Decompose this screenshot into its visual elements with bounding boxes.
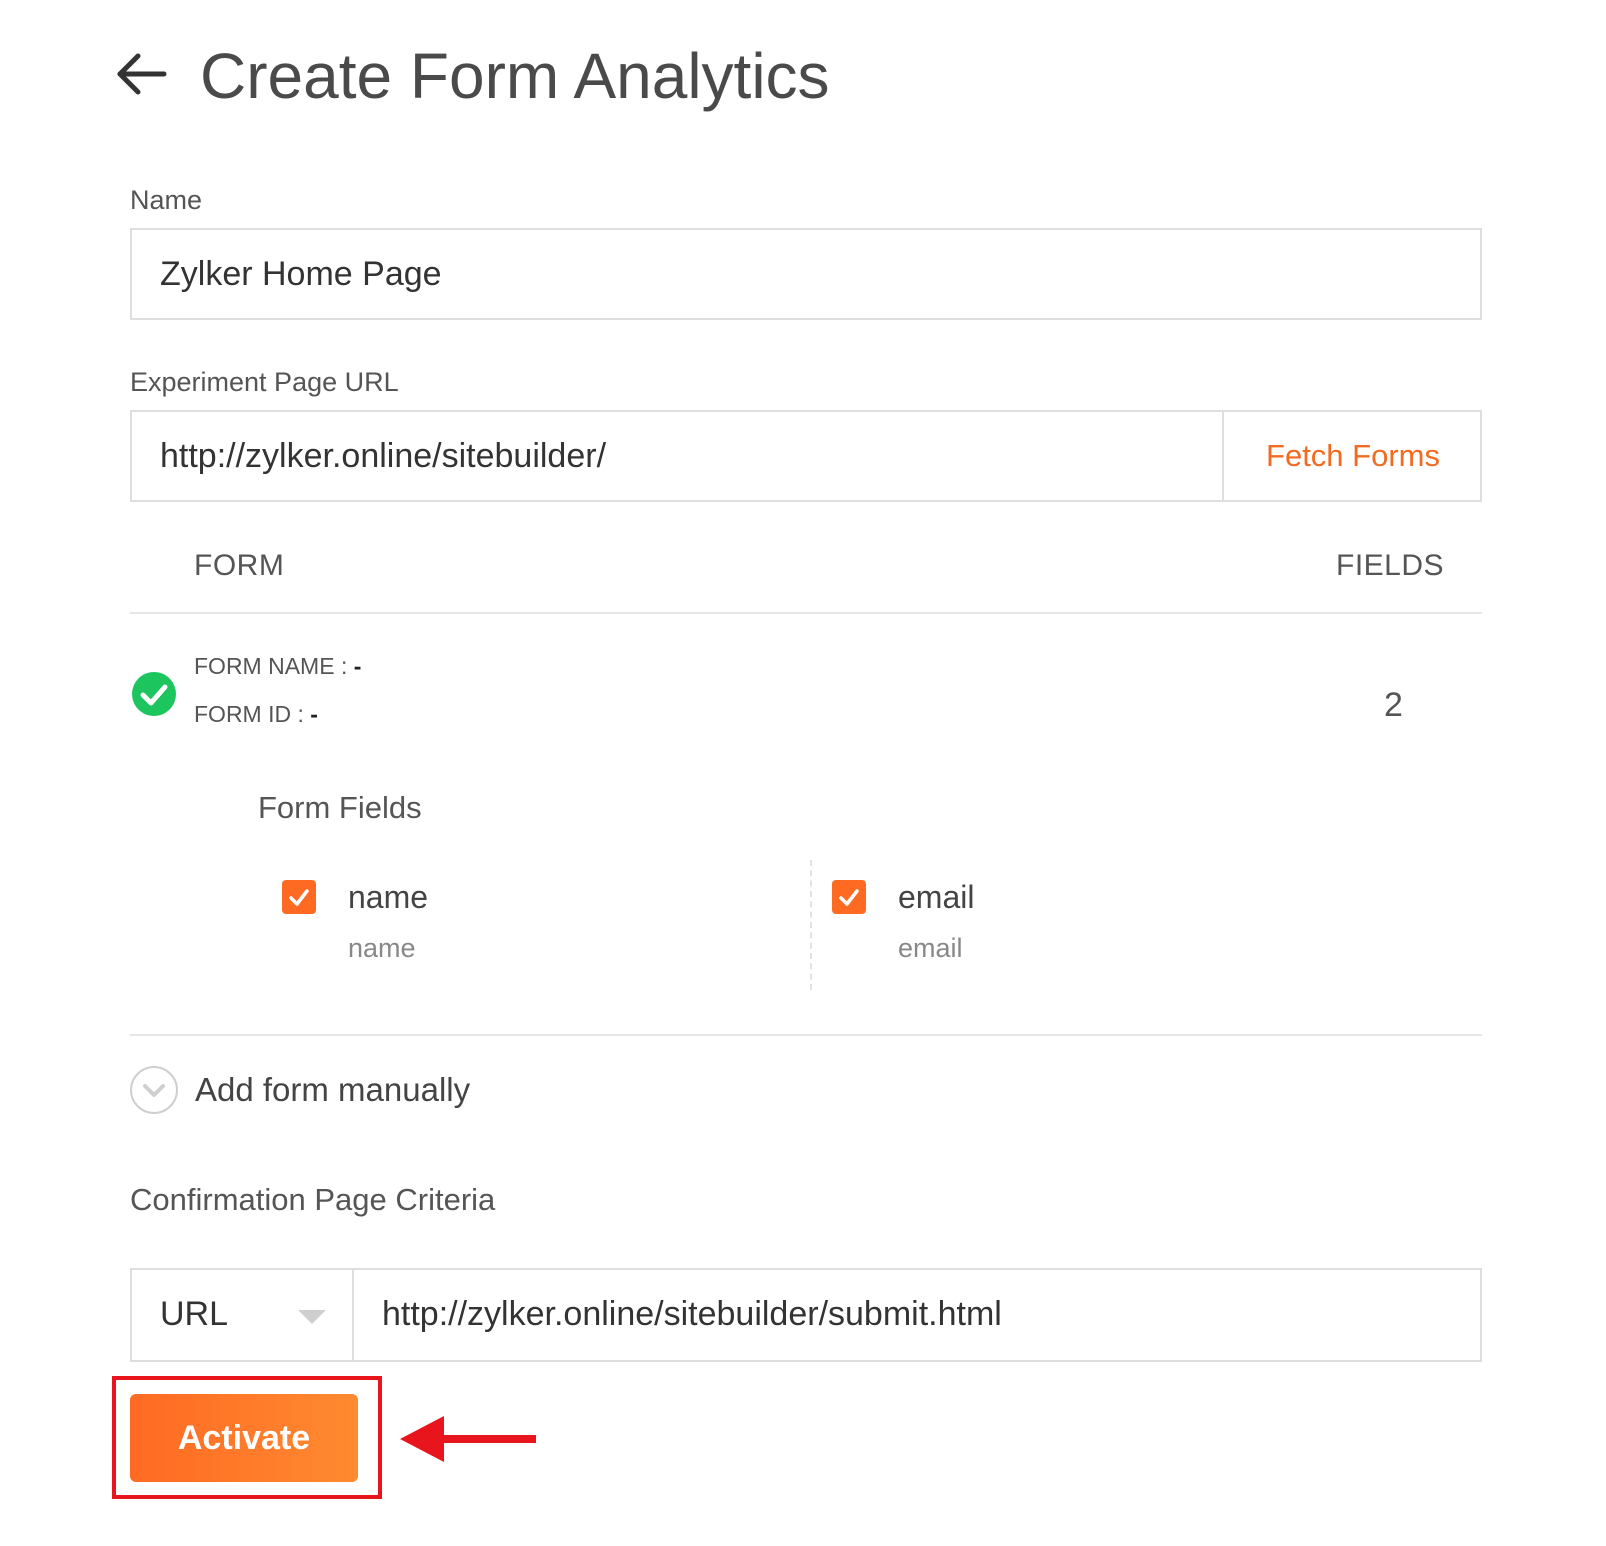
back-button[interactable]: [112, 44, 172, 104]
form-fields-count: 2: [1384, 686, 1403, 724]
form-section-divider: [130, 1034, 1482, 1036]
form-fields-title: Form Fields: [258, 790, 422, 825]
add-form-manually-link[interactable]: Add form manually: [195, 1070, 470, 1110]
table-header-divider: [130, 612, 1482, 614]
field-column-divider: [810, 860, 812, 990]
experiment-url-label: Experiment Page URL: [130, 367, 399, 397]
checkmark-icon: [289, 889, 309, 906]
form-id-value: -: [310, 701, 318, 727]
column-header-form: FORM: [194, 549, 285, 582]
page-title: Create Form Analytics: [200, 40, 830, 112]
fetch-forms-button[interactable]: Fetch Forms: [1222, 412, 1482, 500]
form-name-label: FORM NAME :: [194, 653, 354, 679]
check-circle-icon: [130, 670, 178, 718]
field-label-name: name: [348, 879, 429, 915]
experiment-url-input[interactable]: http://zylker.online/sitebuilder/: [160, 436, 606, 476]
name-input[interactable]: Zylker Home Page: [130, 228, 1482, 320]
column-header-fields: FIELDS: [1336, 549, 1445, 582]
red-arrow-icon: [400, 1414, 540, 1464]
form-id-line: FORM ID : -: [194, 700, 318, 728]
field-sub-email: email: [898, 933, 963, 963]
confirmation-criteria-title: Confirmation Page Criteria: [130, 1182, 496, 1217]
criteria-type-select[interactable]: URL: [130, 1270, 354, 1360]
activate-button[interactable]: Activate: [130, 1394, 358, 1482]
name-label: Name: [130, 185, 203, 215]
name-input-value: Zylker Home Page: [160, 255, 442, 293]
field-checkbox-email[interactable]: [832, 880, 866, 914]
confirmation-url-input[interactable]: http://zylker.online/sitebuilder/submit.…: [382, 1294, 1002, 1334]
form-name-line: FORM NAME : -: [194, 652, 361, 680]
field-checkbox-name[interactable]: [282, 880, 316, 914]
checkmark-icon: [839, 889, 859, 906]
form-name-value: -: [353, 653, 362, 679]
chevron-down-circle-icon[interactable]: [130, 1066, 178, 1114]
field-sub-name: name: [348, 933, 416, 963]
arrow-left-icon: [117, 53, 167, 95]
field-label-email: email: [898, 879, 975, 915]
form-id-label: FORM ID :: [194, 701, 311, 727]
criteria-type-value: URL: [160, 1295, 229, 1333]
caret-down-icon: [298, 1310, 326, 1324]
